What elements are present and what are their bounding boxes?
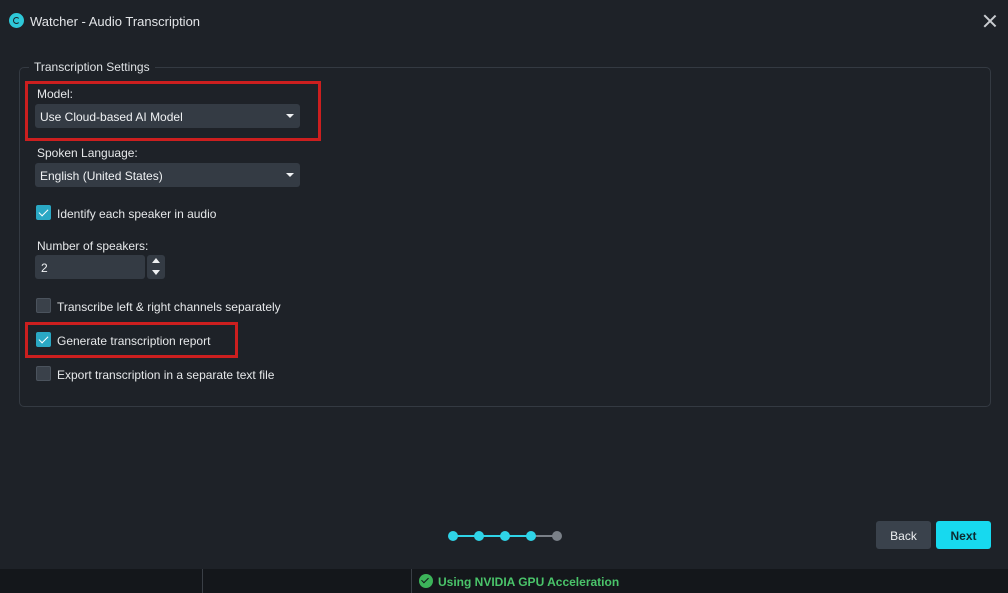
separate-channels-label[interactable]: Transcribe left & right channels separat… bbox=[57, 300, 281, 314]
title-bar: Watcher - Audio Transcription bbox=[0, 0, 1008, 42]
identify-speakers-checkbox[interactable] bbox=[36, 205, 51, 220]
step-dot bbox=[500, 531, 510, 541]
language-label: Spoken Language: bbox=[37, 146, 138, 160]
chevron-down-icon bbox=[286, 173, 294, 177]
gpu-status-text: Using NVIDIA GPU Acceleration bbox=[438, 575, 620, 589]
status-divider bbox=[411, 569, 412, 593]
step-connector bbox=[453, 535, 531, 537]
group-title: Transcription Settings bbox=[29, 60, 155, 74]
status-bar: Using NVIDIA GPU Acceleration bbox=[0, 569, 1008, 593]
decrement-arrow-icon[interactable] bbox=[147, 267, 165, 279]
status-divider bbox=[202, 569, 203, 593]
next-button[interactable]: Next bbox=[936, 521, 991, 549]
step-dot bbox=[448, 531, 458, 541]
increment-arrow-icon[interactable] bbox=[147, 255, 165, 267]
back-button[interactable]: Back bbox=[876, 521, 931, 549]
model-highlight-box bbox=[25, 81, 321, 141]
audio-transcription-window: Watcher - Audio Transcription Transcript… bbox=[0, 0, 1008, 593]
report-highlight-box bbox=[25, 322, 238, 358]
window-title: Watcher - Audio Transcription bbox=[30, 14, 201, 29]
step-dot bbox=[526, 531, 536, 541]
num-speakers-stepper bbox=[147, 255, 165, 279]
language-dropdown-value: English (United States) bbox=[40, 169, 163, 183]
num-speakers-label: Number of speakers: bbox=[37, 239, 149, 253]
step-dot bbox=[474, 531, 484, 541]
check-circle-icon bbox=[419, 574, 433, 588]
num-speakers-input[interactable]: 2 bbox=[35, 255, 145, 279]
export-text-label[interactable]: Export transcription in a separate text … bbox=[57, 368, 274, 382]
export-text-checkbox[interactable] bbox=[36, 366, 51, 381]
separate-channels-checkbox[interactable] bbox=[36, 298, 51, 313]
identify-speakers-label[interactable]: Identify each speaker in audio bbox=[57, 207, 216, 221]
watcher-app-icon bbox=[9, 13, 24, 28]
num-speakers-value: 2 bbox=[41, 261, 48, 275]
language-dropdown[interactable]: English (United States) bbox=[35, 163, 300, 187]
wizard-progress-stepper bbox=[448, 530, 562, 542]
step-dot bbox=[552, 531, 562, 541]
close-icon[interactable] bbox=[981, 12, 999, 30]
